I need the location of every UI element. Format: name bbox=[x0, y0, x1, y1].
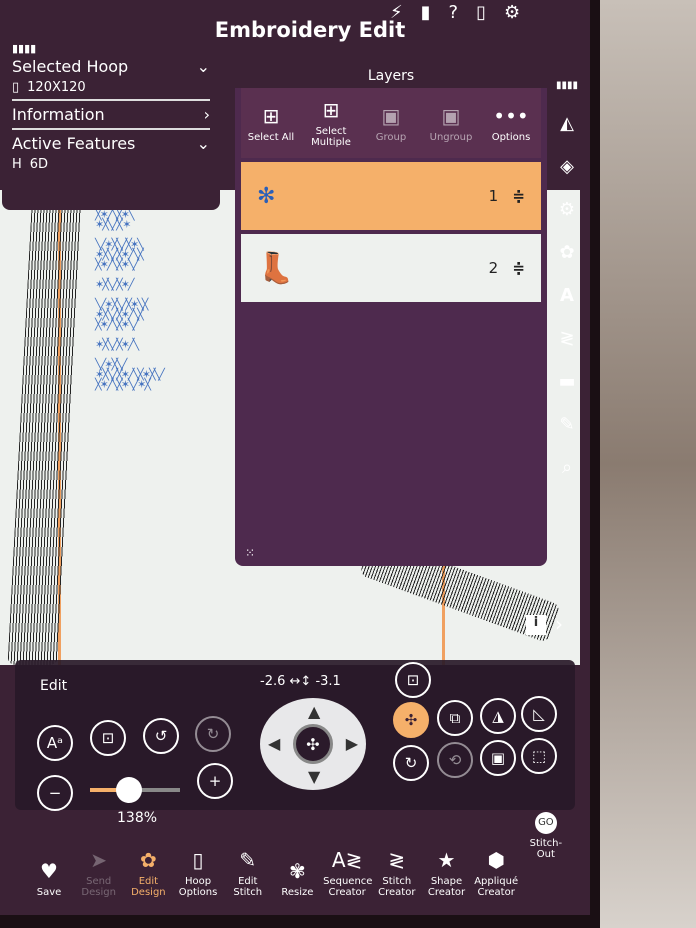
edit-design-icon: ✿ bbox=[139, 848, 157, 872]
sequence-creator-button[interactable]: A≷ Sequence Creator bbox=[323, 848, 372, 898]
applique-creator-button[interactable]: ⬢ Appliqué Creator bbox=[472, 848, 520, 898]
layer-item[interactable]: 👢 2 ≑ bbox=[241, 234, 541, 302]
move-dpad[interactable]: ▲ ▼ ◀ ▶ ✣ bbox=[260, 698, 366, 790]
reorder-handle-icon[interactable]: ≑ bbox=[512, 259, 525, 277]
stitch-creator-button[interactable]: ≷ Stitch Creator bbox=[373, 848, 421, 898]
zoom-slider[interactable] bbox=[90, 777, 180, 803]
menu-icon[interactable]: ▮▮▮▮ bbox=[12, 42, 210, 55]
font-button[interactable]: Aᵃ bbox=[37, 725, 73, 761]
zoom-in-button[interactable]: + bbox=[197, 763, 233, 799]
group-icon: ▣ bbox=[381, 103, 401, 128]
chevron-right-icon: › bbox=[203, 105, 210, 124]
duplicate-button[interactable]: ▣ bbox=[480, 740, 516, 776]
stitch-icon[interactable]: ≷ bbox=[559, 328, 574, 349]
search-icon[interactable]: ⌕ bbox=[562, 457, 572, 478]
move-to-hoop-button[interactable]: ⊡ bbox=[395, 662, 431, 698]
select-all-button[interactable]: ⊞ Select All bbox=[241, 104, 301, 143]
info-button[interactable]: i bbox=[526, 615, 546, 635]
bounding-box-button[interactable]: ⬚ bbox=[521, 738, 557, 774]
rotate-button[interactable]: ↻ bbox=[393, 745, 429, 781]
text-icon[interactable]: A bbox=[560, 285, 574, 306]
resize-icon: ✾ bbox=[289, 859, 306, 883]
send-icon: ➤ bbox=[90, 848, 108, 872]
heart-icon: ♥ bbox=[40, 859, 58, 883]
more-icon: ••• bbox=[493, 103, 529, 128]
grid-handle-icon[interactable]: ⁙ bbox=[245, 546, 255, 560]
edit-design-button[interactable]: ✿ Edit Design bbox=[124, 848, 172, 898]
selected-hoop-dropdown[interactable]: Selected Hoop ⌄ bbox=[12, 55, 210, 78]
settings-icon[interactable]: ⚙ bbox=[559, 199, 575, 220]
reorder-handle-icon[interactable]: ≑ bbox=[512, 187, 525, 205]
information-item[interactable]: Information › bbox=[12, 103, 210, 126]
boot-outline-stitch bbox=[7, 190, 83, 665]
edit-stitch-button[interactable]: ✎ Edit Stitch bbox=[224, 848, 272, 898]
feature-icon: H bbox=[12, 157, 22, 172]
center-icon[interactable]: ✣ bbox=[293, 724, 333, 764]
edit-panel: Edit -2.6 ↔↕ -3.1 ⊡ Aᵃ ⊡ ↺ ↻ − + 138% ▲ ▼… bbox=[15, 660, 575, 826]
menu-icon[interactable]: ▮▮▮▮ bbox=[556, 80, 578, 91]
mirror-button[interactable]: ◮ bbox=[480, 698, 516, 734]
screen: ⚡ ▮? ▯ ⚙ Embroidery Edit ╳✶╱╲╳✶╲ ✶╳╲╱╳ ✶ ╲╱✶╳… bbox=[0, 0, 590, 915]
background bbox=[600, 0, 696, 928]
select-multiple-button[interactable]: ⊞ Select Multiple bbox=[301, 98, 361, 148]
chevron-down-icon: ⌄ bbox=[196, 134, 210, 153]
sequence-icon: A≷ bbox=[331, 848, 363, 872]
select-all-icon: ⊞ bbox=[262, 103, 280, 128]
layers-title: Layers bbox=[235, 60, 547, 88]
ungroup-button[interactable]: ▣ Ungroup bbox=[421, 104, 481, 143]
info-panel: ▮▮▮▮ Selected Hoop ⌄ ▯ 120X120 Information… bbox=[2, 38, 220, 210]
hoop-options-button[interactable]: ▯ Hoop Options bbox=[174, 848, 222, 898]
stitch-out-button[interactable]: GO Stitch-Out bbox=[522, 812, 570, 860]
rotate-angle-button[interactable]: ⟲ bbox=[437, 742, 473, 778]
options-button[interactable]: ••• Options bbox=[481, 104, 541, 143]
select-multiple-icon: ⊞ bbox=[322, 98, 340, 122]
group-button[interactable]: ▣ Group bbox=[361, 104, 421, 143]
chevron-down-icon: ⌄ bbox=[196, 57, 210, 76]
shape-creator-button[interactable]: ★ Shape Creator bbox=[423, 848, 471, 898]
layers-icon[interactable]: ◈ bbox=[560, 156, 574, 177]
save-button[interactable]: ♥ Save bbox=[25, 859, 73, 898]
hoop-icon: ▯ bbox=[192, 848, 204, 872]
folder-icon[interactable]: ▬ bbox=[558, 371, 575, 392]
layers-toolbar: ⊞ Select All ⊞ Select Multiple ▣ Group ▣ Ung… bbox=[241, 88, 541, 158]
hoop-icon: ▯ bbox=[12, 80, 20, 95]
go-icon: GO bbox=[534, 812, 557, 834]
settings-icon[interactable]: ⚙ bbox=[504, 2, 520, 23]
undo-button[interactable]: ↺ bbox=[143, 718, 179, 754]
layers-panel: Layers ⊞ Select All ⊞ Select Multiple ▣ Gro… bbox=[235, 60, 547, 566]
zoom-out-button[interactable]: − bbox=[37, 775, 73, 811]
edit-stitch-icon: ✎ bbox=[239, 848, 257, 872]
shape-icon: ★ bbox=[437, 848, 456, 872]
send-design-button[interactable]: ➤ Send Design bbox=[75, 848, 123, 898]
edit-title: Edit bbox=[40, 678, 68, 694]
bottom-toolbar: ♥ Save ➤ Send Design ✿ Edit Design ▯ Hoop Op… bbox=[25, 812, 570, 912]
layer-item[interactable]: ✻ 1 ≑ bbox=[241, 162, 541, 230]
scale-button[interactable]: ⧉ bbox=[437, 700, 473, 736]
fit-button[interactable]: ⊡ bbox=[90, 720, 126, 756]
color-icon[interactable]: ✿ bbox=[559, 242, 574, 263]
stitch-creator-icon: ≷ bbox=[388, 848, 406, 872]
applique-icon: ⬢ bbox=[487, 848, 505, 872]
ungroup-icon: ▣ bbox=[441, 103, 461, 128]
edit-icon[interactable]: ✎ bbox=[559, 414, 574, 435]
offset-readout: -2.6 ↔↕ -3.1 bbox=[260, 674, 341, 689]
center-design-button[interactable]: ✣ bbox=[393, 702, 429, 738]
right-sidebar: ▮▮▮▮ ◭ ◈ ⚙ ✿ A ≷ ▬ ✎ ⌕ bbox=[552, 80, 582, 478]
boot-thumbnail: 👢 bbox=[257, 250, 295, 286]
chevron-right-icon[interactable]: › bbox=[555, 612, 563, 636]
resize-button[interactable]: ✾ Resize bbox=[273, 859, 321, 898]
manual-icon[interactable]: ▯ bbox=[476, 2, 486, 23]
redo-button[interactable]: ↻ bbox=[195, 716, 231, 752]
active-features-dropdown[interactable]: Active Features ⌄ bbox=[12, 132, 210, 155]
floral-thumbnail: ✻ bbox=[257, 183, 276, 209]
shape-edit-button[interactable]: ◺ bbox=[521, 696, 557, 732]
hoop-view-icon[interactable]: ◭ bbox=[560, 113, 574, 134]
